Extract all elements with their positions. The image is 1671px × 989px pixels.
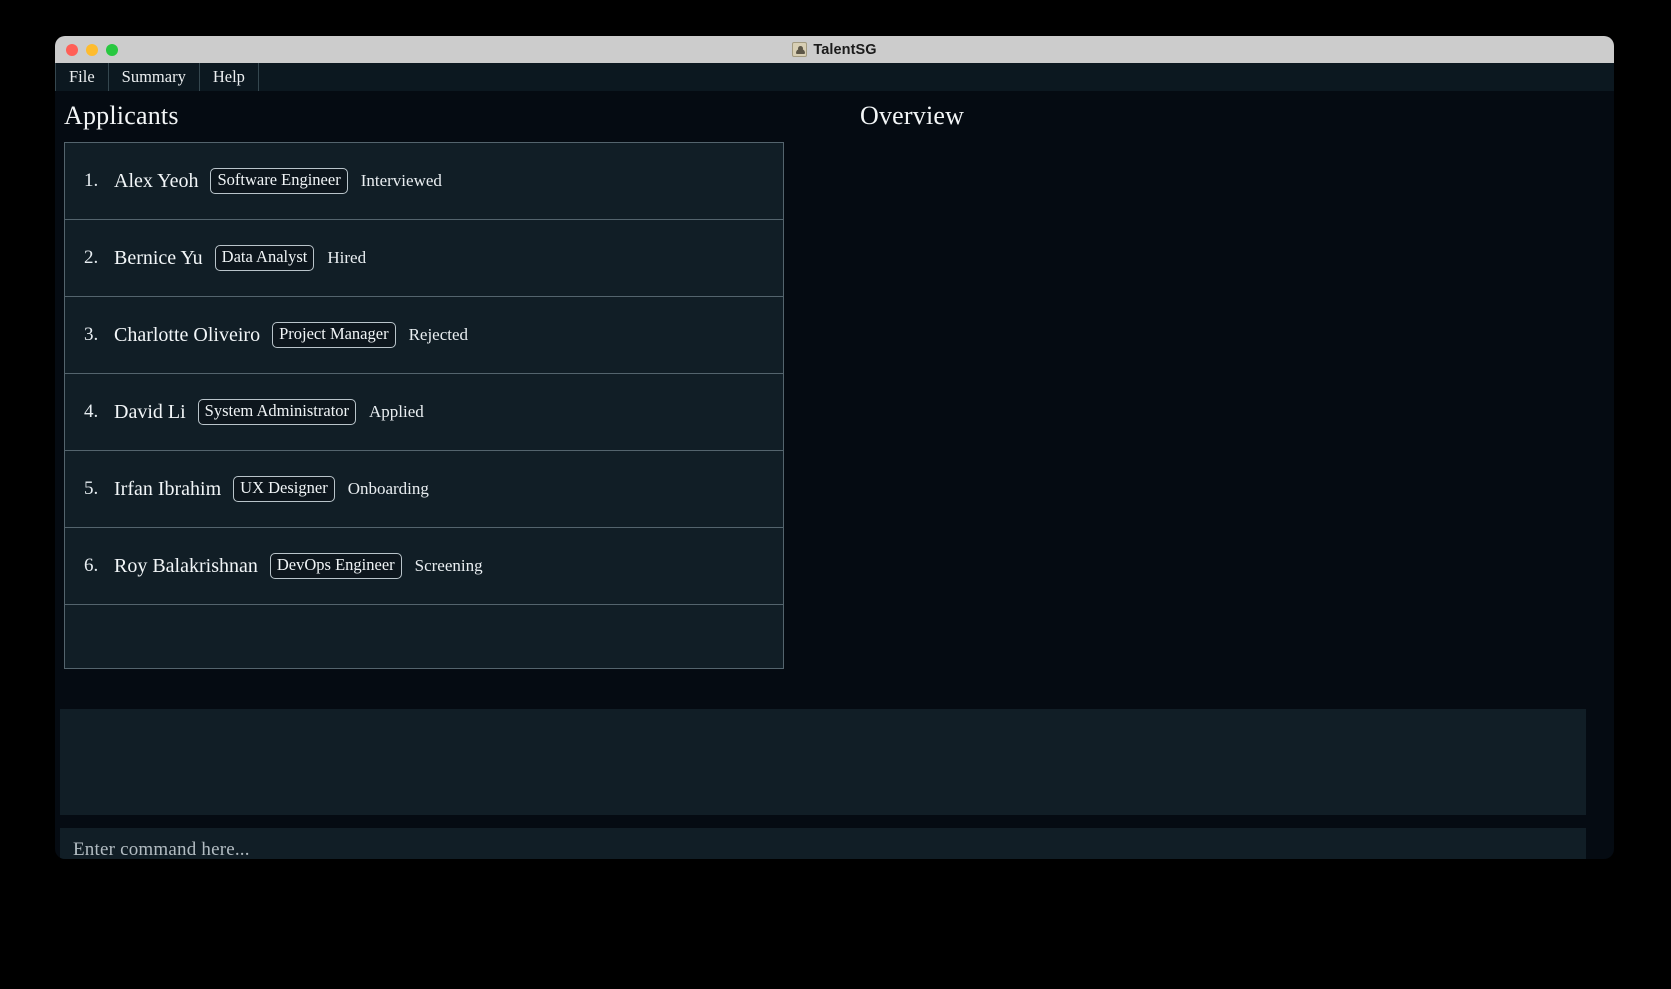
role-badge: Data Analyst [214, 245, 315, 271]
table-row[interactable]: 5. Irfan Ibrahim UX Designer Onboarding [65, 451, 783, 528]
window-controls [66, 36, 118, 63]
status-badge: Applied [369, 402, 424, 421]
overview-pane: Overview [830, 91, 1614, 699]
command-box-wrapper: Enter command here... [60, 828, 1586, 859]
close-button[interactable] [66, 43, 78, 56]
maximize-button[interactable] [106, 43, 118, 56]
menu-bar-filler [258, 63, 1614, 91]
applicants-pane: Applicants 1. Alex Yeoh Software Enginee… [55, 91, 830, 699]
list-item-name: Irfan Ibrahim [114, 477, 222, 500]
list-item-name: Roy Balakrishnan [114, 554, 258, 577]
window-content: Applicants 1. Alex Yeoh Software Enginee… [55, 91, 1614, 859]
role-badge: Project Manager [272, 322, 396, 348]
applicant-list[interactable]: 1. Alex Yeoh Software Engineer Interview… [64, 142, 784, 669]
role-badge: DevOps Engineer [269, 553, 402, 579]
result-display-panel [60, 709, 1586, 815]
person-bust-icon [792, 42, 808, 57]
table-row[interactable]: 6. Roy Balakrishnan DevOps Engineer Scre… [65, 528, 783, 605]
table-row[interactable]: 4. David Li System Administrator Applied [65, 374, 783, 451]
list-item-index: 3. [84, 324, 99, 345]
page-title-applicants: Applicants [64, 101, 179, 130]
status-badge: Screening [414, 556, 483, 575]
role-badge: Software Engineer [210, 168, 348, 194]
list-item-index: 1. [84, 170, 99, 191]
status-badge: Onboarding [347, 479, 429, 498]
menu-item-file[interactable]: File [55, 63, 109, 91]
application-window: TalentSG File Summary Help Applicants 1.… [55, 36, 1614, 859]
list-item-name: Alex Yeoh [114, 169, 199, 192]
window-title: TalentSG [813, 41, 877, 58]
screen: TalentSG File Summary Help Applicants 1.… [0, 0, 1671, 989]
list-item-name: David Li [114, 400, 186, 423]
role-badge: System Administrator [197, 399, 357, 425]
list-item-name: Charlotte Oliveiro [114, 323, 261, 346]
menu-bar: File Summary Help [55, 63, 1614, 91]
title-bar: TalentSG [55, 36, 1614, 63]
status-badge: Rejected [408, 325, 469, 344]
list-item-index: 5. [84, 478, 99, 499]
command-input[interactable]: Enter command here... [60, 828, 1586, 859]
status-badge: Hired [327, 248, 367, 267]
command-input-placeholder: Enter command here... [73, 838, 250, 860]
title-group: TalentSG [792, 41, 877, 58]
list-item-index: 6. [84, 555, 99, 576]
menu-item-help[interactable]: Help [199, 63, 259, 91]
list-item-index: 2. [84, 247, 99, 268]
page-title-overview: Overview [860, 101, 965, 130]
status-badge: Interviewed [360, 171, 442, 190]
menu-item-summary[interactable]: Summary [108, 63, 200, 91]
table-row[interactable]: 1. Alex Yeoh Software Engineer Interview… [65, 143, 783, 220]
list-item-index: 4. [84, 401, 99, 422]
role-badge: UX Designer [233, 476, 335, 502]
split-panes: Applicants 1. Alex Yeoh Software Enginee… [55, 91, 1614, 699]
list-item-name: Bernice Yu [114, 246, 203, 269]
table-row[interactable]: 3. Charlotte Oliveiro Project Manager Re… [65, 297, 783, 374]
table-row[interactable]: 2. Bernice Yu Data Analyst Hired [65, 220, 783, 297]
minimize-button[interactable] [86, 43, 98, 56]
